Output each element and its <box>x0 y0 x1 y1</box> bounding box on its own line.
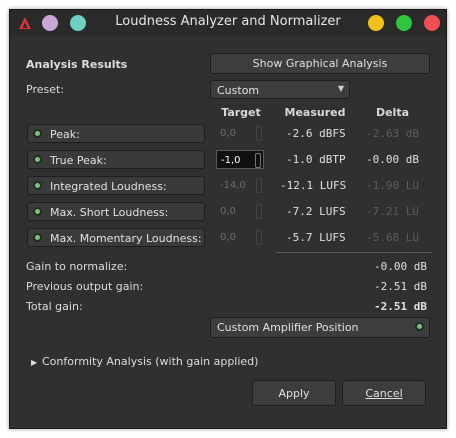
true-peak-measured: -1.0 dBTP <box>286 153 346 166</box>
max-short-loudness-measured: -7.2 LUFS <box>286 205 346 218</box>
led-indicator-icon <box>415 322 424 331</box>
integrated-loudness-target-value: -14,0 <box>220 180 246 191</box>
peak-label: Peak: <box>50 128 80 141</box>
analysis-results-heading: Analysis Results <box>26 58 128 71</box>
disclosure-triangle-icon[interactable]: ▶ <box>31 358 37 367</box>
max-short-loudness-toggle-button[interactable]: Max. Short Loudness: <box>27 202 205 221</box>
led-indicator-icon <box>33 233 42 242</box>
true-peak-toggle-button[interactable]: True Peak: <box>27 150 205 169</box>
show-graphical-analysis-button[interactable]: Show Graphical Analysis <box>210 53 430 74</box>
integrated-loudness-target-spinbox[interactable]: -14,0 <box>216 176 264 195</box>
total-gain-label: Total gain: <box>26 300 83 313</box>
previous-output-gain-value: -2.51 dB <box>374 280 427 293</box>
spin-arrows-icon[interactable] <box>256 204 262 219</box>
conformity-analysis-toggle[interactable]: Conformity Analysis (with gain applied) <box>42 355 258 368</box>
previous-output-gain-label: Previous output gain: <box>26 280 144 293</box>
column-target: Target <box>221 106 261 119</box>
column-delta: Delta <box>375 106 410 119</box>
led-indicator-icon <box>33 181 42 190</box>
spin-arrows-icon[interactable] <box>256 126 262 141</box>
max-momentary-loudness-target-spinbox[interactable]: 0,0 <box>216 228 264 247</box>
total-gain-value: -2.51 dB <box>374 300 427 313</box>
column-measured: Measured <box>284 106 346 119</box>
close-button[interactable] <box>424 15 440 31</box>
peak-toggle-button[interactable]: Peak: <box>27 124 205 143</box>
custom-amplifier-position-button[interactable]: Custom Amplifier Position <box>210 317 430 338</box>
chevron-down-icon: ▼ <box>337 84 344 93</box>
custom-amplifier-position-label: Custom Amplifier Position <box>217 321 359 334</box>
gain-to-normalize-label: Gain to normalize: <box>26 260 128 273</box>
preset-value: Custom <box>217 84 260 97</box>
true-peak-label: True Peak: <box>50 154 107 167</box>
max-momentary-loudness-measured: -5.7 LUFS <box>286 231 346 244</box>
integrated-loudness-toggle-button[interactable]: Integrated Loudness: <box>27 176 205 195</box>
integrated-loudness-measured: -12.1 LUFS <box>280 179 347 192</box>
max-short-loudness-target-spinbox[interactable]: 0,0 <box>216 202 264 221</box>
spin-arrows-icon[interactable] <box>256 230 262 245</box>
peak-target-value: 0,0 <box>220 128 236 139</box>
preset-select[interactable]: Custom ▼ <box>210 80 350 99</box>
spin-arrows-icon[interactable] <box>255 153 261 168</box>
max-short-loudness-target-value: 0,0 <box>220 206 236 217</box>
max-momentary-loudness-target-value: 0,0 <box>220 232 236 243</box>
max-momentary-loudness-label: Max. Momentary Loudness: <box>50 232 202 245</box>
peak-measured: -2.6 dBFS <box>286 127 346 140</box>
led-indicator-icon <box>33 207 42 216</box>
dialog-window: Loudness Analyzer and Normalizer Analysi… <box>9 9 447 429</box>
true-peak-delta: -0.00 dB <box>366 153 419 166</box>
gain-to-normalize-value: -0.00 dB <box>374 260 427 273</box>
integrated-loudness-label: Integrated Loudness: <box>50 180 167 193</box>
minimize-button[interactable] <box>368 15 384 31</box>
integrated-loudness-delta: -1.90 LU <box>366 179 419 192</box>
peak-target-spinbox[interactable]: 0,0 <box>216 124 264 143</box>
preset-label: Preset: <box>26 83 65 96</box>
true-peak-target-spinbox[interactable]: -1,0 <box>216 150 264 169</box>
max-momentary-loudness-toggle-button[interactable]: Max. Momentary Loudness: <box>27 228 205 247</box>
spin-arrows-icon[interactable] <box>256 178 262 193</box>
led-indicator-icon <box>33 129 42 138</box>
max-short-loudness-label: Max. Short Loudness: <box>50 206 169 219</box>
true-peak-target-value: -1,0 <box>221 155 241 166</box>
led-indicator-icon <box>33 155 42 164</box>
max-short-loudness-delta: -7.21 LU <box>366 205 419 218</box>
maximize-button[interactable] <box>396 15 412 31</box>
peak-delta: -2.63 dB <box>366 127 419 140</box>
title-bar: Loudness Analyzer and Normalizer <box>10 10 446 36</box>
max-momentary-loudness-delta: -5.68 LU <box>366 231 419 244</box>
apply-button[interactable]: Apply <box>252 380 336 406</box>
separator-line <box>276 252 432 253</box>
cancel-button[interactable]: Cancel <box>342 380 426 406</box>
